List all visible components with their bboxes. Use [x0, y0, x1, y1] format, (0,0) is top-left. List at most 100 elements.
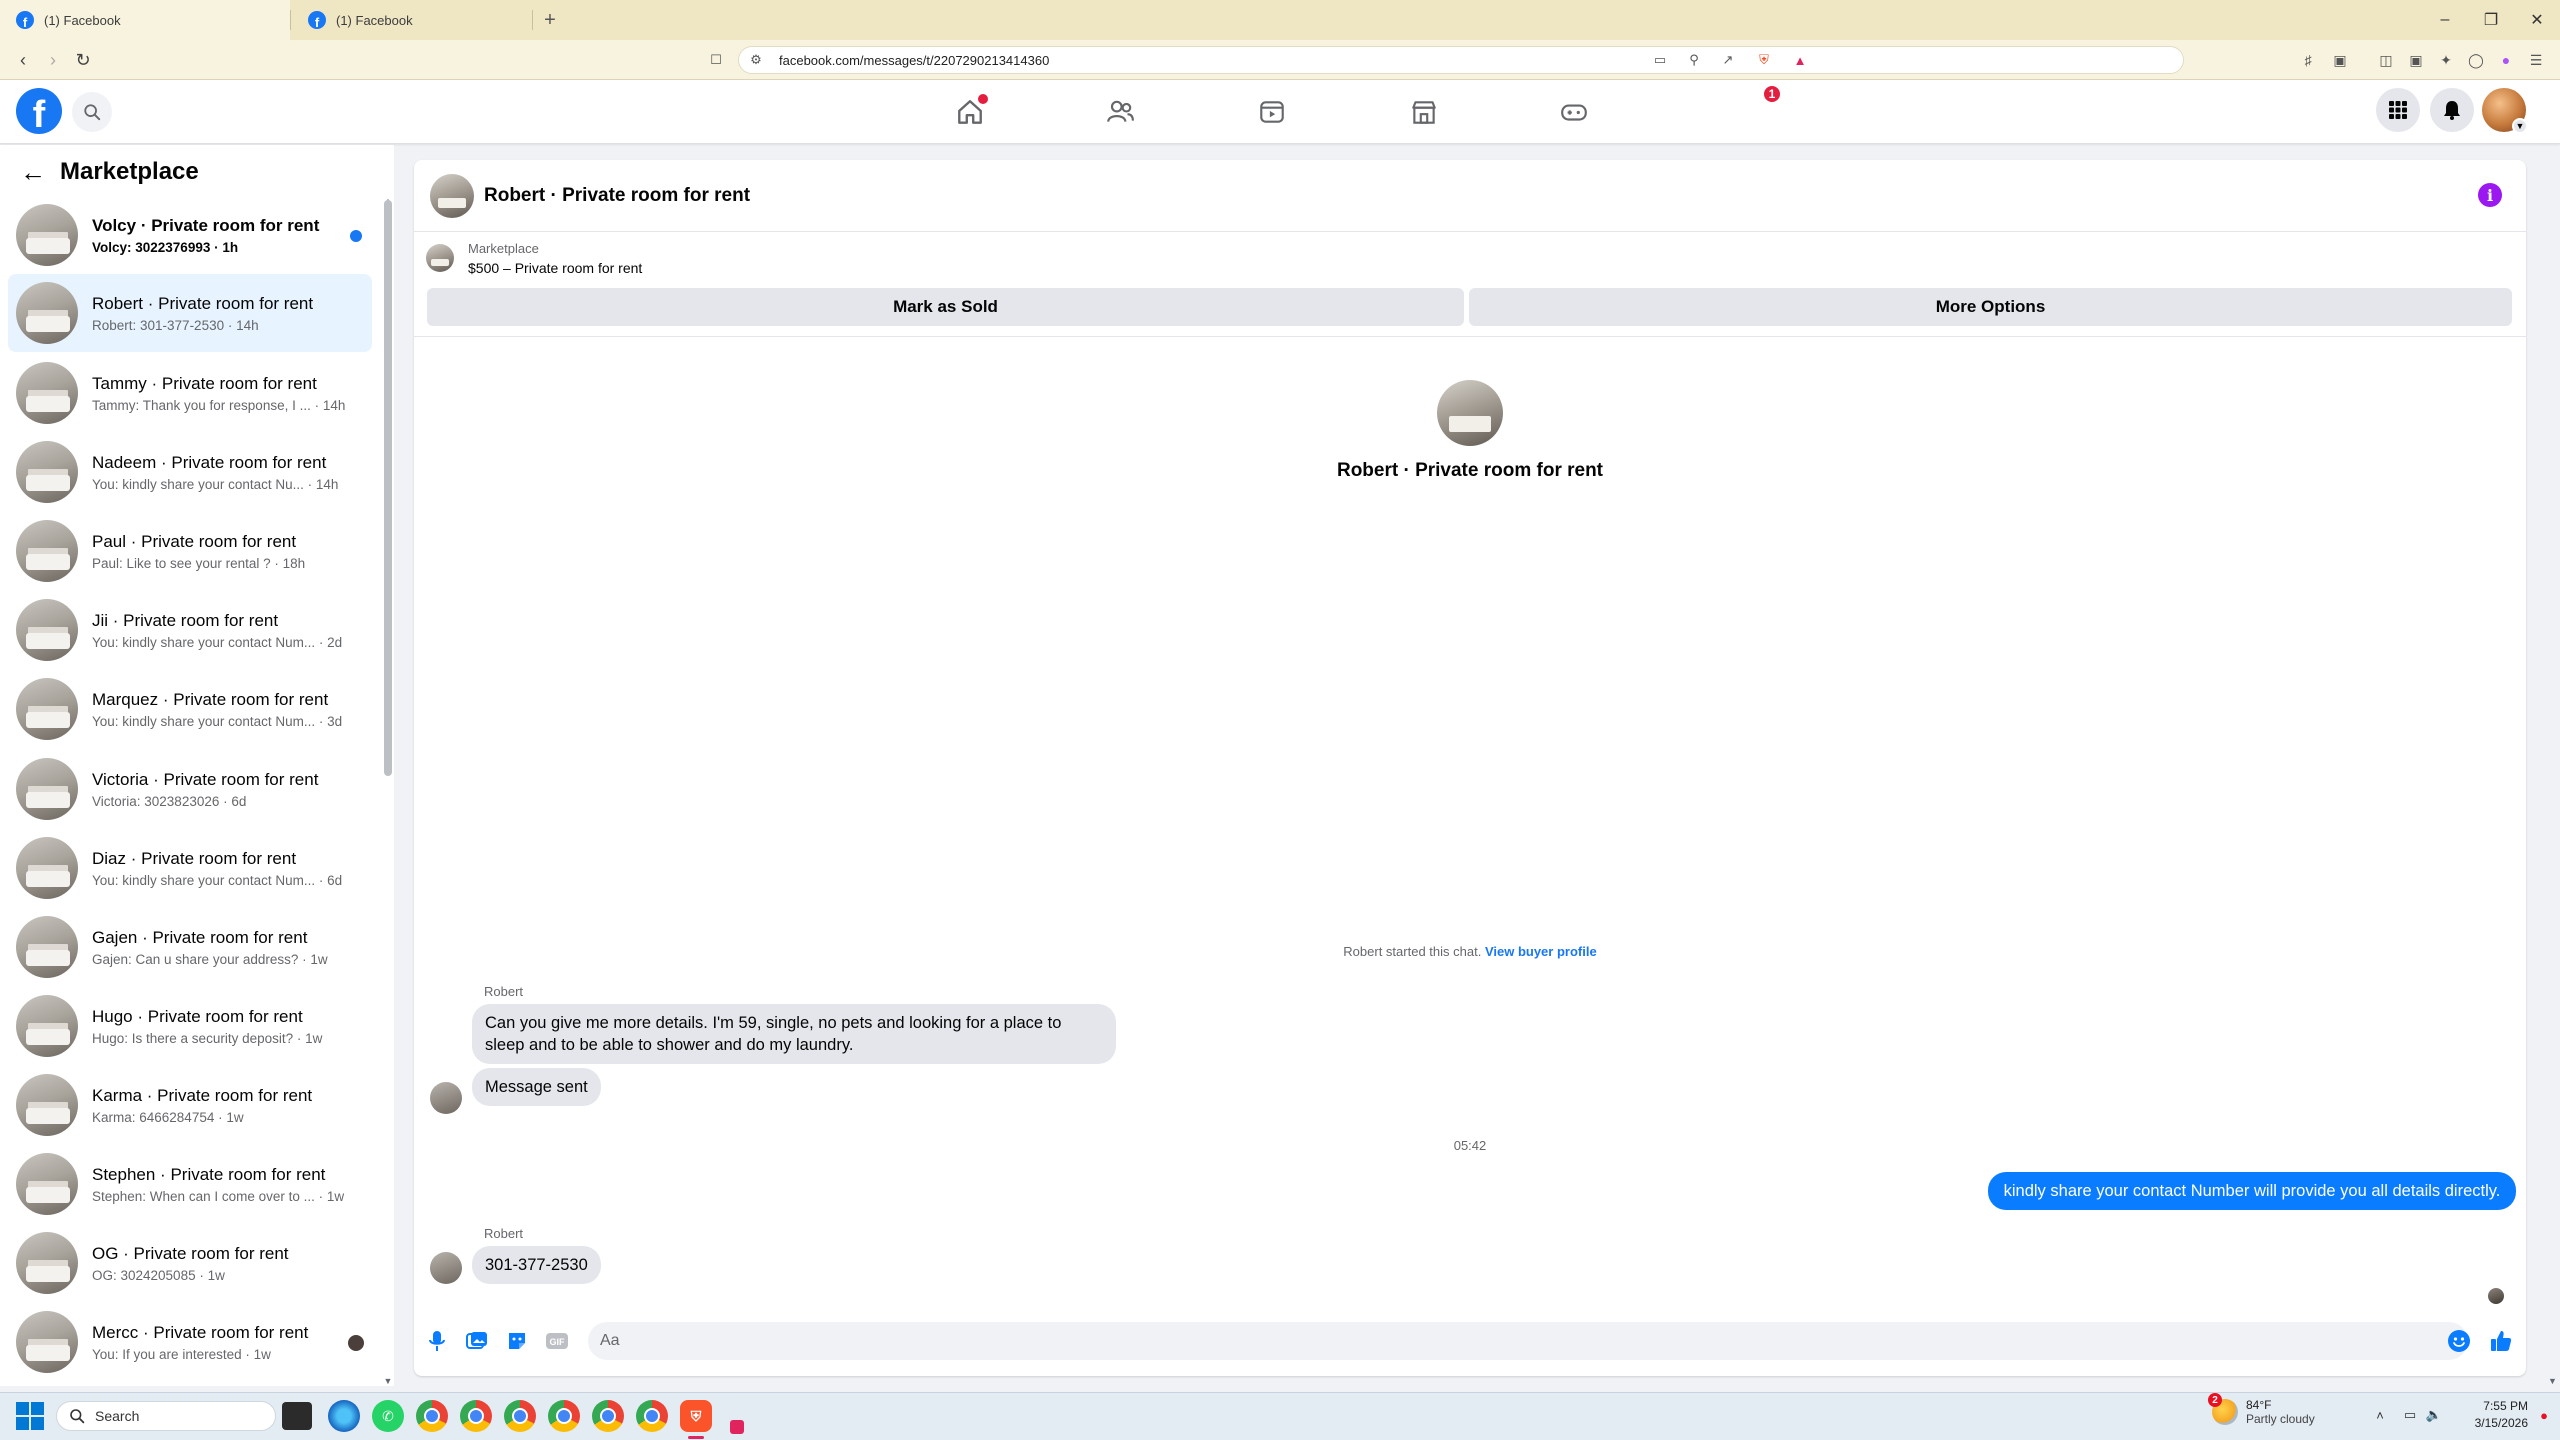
listing-thumbnail — [16, 1153, 78, 1215]
conversation-item-selected[interactable]: Robert · Private room for rent Robert: 3… — [8, 274, 372, 352]
more-options-button[interactable]: More Options — [1469, 288, 2512, 326]
notifications-bell-icon[interactable] — [2430, 88, 2474, 132]
conversation-preview: You: kindly share your contact Nu... · 1… — [92, 476, 339, 492]
conversation-item[interactable]: Karma · Private room for rent Karma: 646… — [8, 1066, 372, 1144]
site-settings-icon[interactable]: ⚙ — [746, 50, 766, 70]
browser-menu-icon[interactable]: ☰ — [2524, 49, 2548, 71]
message-input[interactable] — [588, 1322, 2468, 1360]
vpn-icon[interactable]: ◯ — [2464, 49, 2488, 71]
extensions-icon[interactable]: ♯ — [2296, 49, 2320, 71]
conversation-item[interactable]: Tammy · Private room for rent Tammy: Tha… — [8, 354, 372, 432]
gif-icon[interactable]: GIF — [542, 1326, 572, 1356]
cast-icon[interactable]: ▭ — [1650, 50, 1670, 70]
chat-title[interactable]: Robert · Private room for rent — [484, 185, 750, 207]
minimize-icon[interactable]: – — [2420, 0, 2470, 40]
facebook-favicon-icon: f — [16, 11, 34, 29]
chrome-icon[interactable] — [636, 1400, 668, 1432]
sticker-icon[interactable] — [502, 1326, 532, 1356]
sidebar-scrollbar[interactable] — [384, 200, 392, 776]
close-window-icon[interactable]: ✕ — [2512, 0, 2560, 40]
browser-tab[interactable]: f (1) Facebook — [0, 0, 290, 40]
restore-icon[interactable]: ❐ — [2466, 0, 2516, 40]
share-icon[interactable]: ↗ — [1718, 50, 1738, 70]
brave-shield-icon[interactable]: ⛨ — [1754, 50, 1774, 70]
leo-ai-icon[interactable]: ✦ — [2434, 49, 2458, 71]
menu-grid-icon[interactable] — [2376, 88, 2420, 132]
windows-start-icon[interactable] — [16, 1402, 44, 1430]
listing-summary[interactable]: Marketplace $500 – Private room for rent — [426, 238, 642, 278]
chrome-icon[interactable] — [460, 1400, 492, 1432]
conversation-item[interactable]: Diaz · Private room for rent You: kindly… — [8, 829, 372, 907]
svg-text:GIF: GIF — [550, 1337, 566, 1347]
chrome-icon[interactable] — [504, 1400, 536, 1432]
brave-rewards-icon[interactable]: ▲ — [1790, 50, 1810, 70]
notification-center-bell-icon[interactable]: ● — [2534, 1405, 2554, 1425]
info-icon[interactable]: i — [2478, 183, 2502, 207]
address-bar[interactable]: facebook.com/messages/t/2207290213414360 — [738, 46, 2184, 74]
chat-listing-avatar[interactable] — [430, 173, 474, 218]
sender-avatar[interactable] — [430, 1082, 462, 1114]
incoming-message[interactable]: 301-377-2530 — [472, 1246, 601, 1284]
nav-home-icon[interactable] — [914, 86, 1026, 138]
conversation-item[interactable]: Gajen · Private room for rent Gajen: Can… — [8, 908, 372, 986]
photo-icon[interactable] — [462, 1326, 492, 1356]
conversation-item[interactable]: Hugo · Private room for rent Hugo: Is th… — [8, 987, 372, 1065]
task-view-icon[interactable] — [282, 1402, 312, 1430]
chrome-icon[interactable] — [592, 1400, 624, 1432]
weather-widget[interactable]: 2 84°F Partly cloudy — [2208, 1393, 2315, 1426]
reload-icon[interactable]: ↻ — [70, 47, 96, 73]
back-arrow-icon[interactable]: ← — [20, 157, 46, 188]
account-chevron-down-icon[interactable]: ▼ — [2512, 118, 2528, 134]
profile-extension-icon[interactable]: ● — [2494, 49, 2518, 71]
nav-marketplace-icon[interactable] — [1368, 86, 1480, 138]
browser-tab[interactable]: f (1) Facebook — [292, 0, 532, 40]
zoom-icon[interactable]: ⚲ — [1684, 50, 1704, 70]
nav-video-icon[interactable] — [1216, 86, 1328, 138]
conversation-item[interactable]: Volcy · Private room for rent Volcy: 302… — [8, 196, 372, 274]
tray-app-icon[interactable] — [730, 1420, 744, 1434]
tab-search-icon[interactable]: ▣ — [2328, 49, 2352, 71]
conversation-item[interactable]: Victoria · Private room for rent Victori… — [8, 750, 372, 828]
scroll-down-icon[interactable]: ▼ — [383, 1376, 393, 1386]
facebook-favicon-icon: f — [308, 11, 326, 29]
nav-gaming-icon[interactable] — [1518, 86, 1630, 138]
chrome-icon[interactable] — [548, 1400, 580, 1432]
conversation-item[interactable]: Marquez · Private room for rent You: kin… — [8, 670, 372, 748]
forward-icon[interactable]: › — [40, 47, 66, 73]
brave-browser-icon[interactable]: ⛨ — [680, 1400, 712, 1432]
view-buyer-profile-link[interactable]: View buyer profile — [1485, 944, 1597, 959]
network-icon[interactable]: ▭ — [2400, 1405, 2420, 1425]
outgoing-message[interactable]: kindly share your contact Number will pr… — [1988, 1172, 2516, 1210]
facebook-logo-icon[interactable]: f — [16, 88, 62, 134]
taskbar-search[interactable]: Search — [56, 1401, 276, 1431]
conversation-item[interactable]: Mercc · Private room for rent You: If yo… — [8, 1303, 372, 1381]
back-icon[interactable]: ‹ — [10, 47, 36, 73]
conversation-title: Nadeem · Private room for rent — [92, 452, 327, 472]
whatsapp-icon[interactable]: ✆ — [372, 1400, 404, 1432]
conversation-item[interactable]: Paul · Private room for rent Paul: Like … — [8, 512, 372, 590]
new-tab-icon[interactable]: + — [538, 8, 562, 32]
emoji-icon[interactable] — [2444, 1326, 2474, 1356]
microphone-icon[interactable] — [422, 1326, 452, 1356]
wallet-icon[interactable]: ▣ — [2404, 49, 2428, 71]
conversation-item[interactable]: Stephen · Private room for rent Stephen:… — [8, 1145, 372, 1223]
search-icon[interactable] — [72, 92, 112, 132]
conversation-item[interactable]: Nadeem · Private room for rent You: kind… — [8, 433, 372, 511]
volume-icon[interactable]: 🔈 — [2424, 1405, 2444, 1425]
show-hidden-icons-chevron-up-icon[interactable]: ˄ — [2370, 1405, 2390, 1425]
sender-avatar[interactable] — [430, 1252, 462, 1284]
thumbs-up-icon[interactable] — [2486, 1326, 2516, 1356]
edge-browser-icon[interactable] — [328, 1400, 360, 1432]
sidebar-toggle-icon[interactable]: ◫ — [2374, 49, 2398, 71]
mark-as-sold-button[interactable]: Mark as Sold — [427, 288, 1464, 326]
nav-friends-icon[interactable] — [1064, 86, 1176, 138]
conversation-item[interactable]: Jii · Private room for rent You: kindly … — [8, 591, 372, 669]
conversation-item[interactable]: OG · Private room for rent OG: 302420508… — [8, 1224, 372, 1302]
chrome-icon[interactable] — [416, 1400, 448, 1432]
incoming-message[interactable]: Can you give me more details. I'm 59, si… — [472, 1004, 1116, 1064]
taskbar-clock[interactable]: 7:55 PM 3/15/2026 — [2456, 1398, 2528, 1432]
incoming-message[interactable]: Message sent — [472, 1068, 601, 1106]
bookmark-icon[interactable]: ☐ — [706, 50, 726, 70]
chat-scroll-down-icon[interactable]: ▼ — [2548, 1376, 2557, 1386]
sidebar-title: Marketplace — [60, 158, 199, 185]
